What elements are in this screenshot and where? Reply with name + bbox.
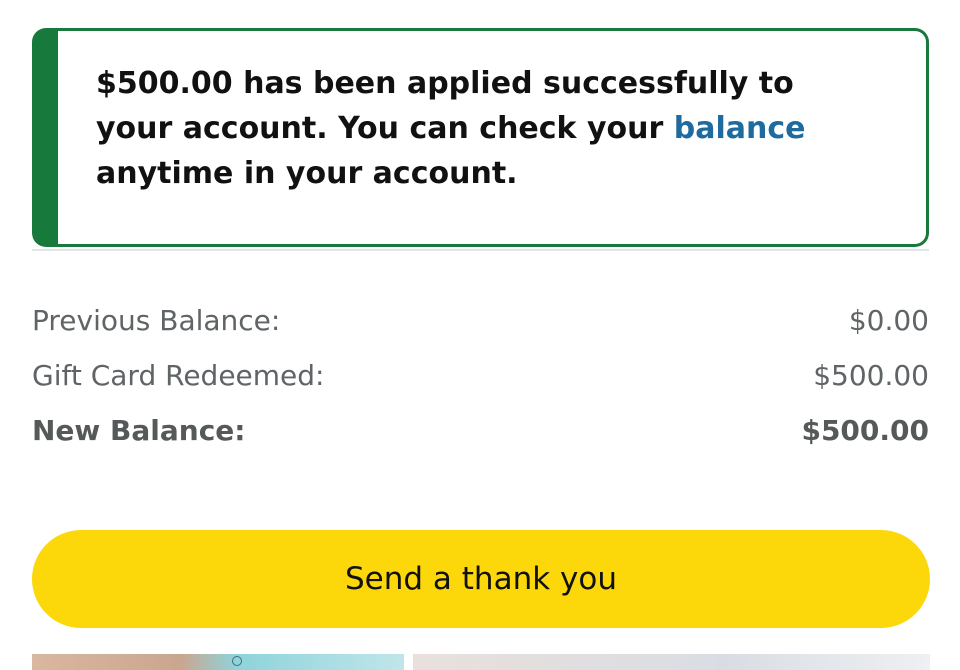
divider: [32, 249, 929, 251]
balance-link[interactable]: balance: [674, 111, 806, 146]
previous-balance-value: $0.00: [848, 304, 929, 337]
previous-balance-label: Previous Balance:: [32, 304, 281, 337]
new-balance-label: New Balance:: [32, 414, 246, 447]
gift-card-redeemed-label: Gift Card Redeemed:: [32, 359, 325, 392]
gift-card-redeemed-value: $500.00: [813, 359, 929, 392]
new-balance-value: $500.00: [801, 414, 929, 447]
decorative-circle-icon: [232, 656, 242, 666]
thank-you-card-option[interactable]: [32, 654, 404, 670]
thank-you-card-option[interactable]: [413, 654, 930, 670]
send-thank-you-button[interactable]: Send a thank you: [32, 530, 930, 628]
previous-balance-row: Previous Balance: $0.00: [32, 301, 929, 341]
success-alert: $500.00 has been applied successfully to…: [32, 28, 929, 247]
alert-text-end: anytime in your account.: [96, 156, 518, 191]
alert-message: $500.00 has been applied successfully to…: [96, 61, 876, 196]
gift-card-redeemed-row: Gift Card Redeemed: $500.00: [32, 356, 929, 396]
new-balance-row: New Balance: $500.00: [32, 411, 929, 451]
